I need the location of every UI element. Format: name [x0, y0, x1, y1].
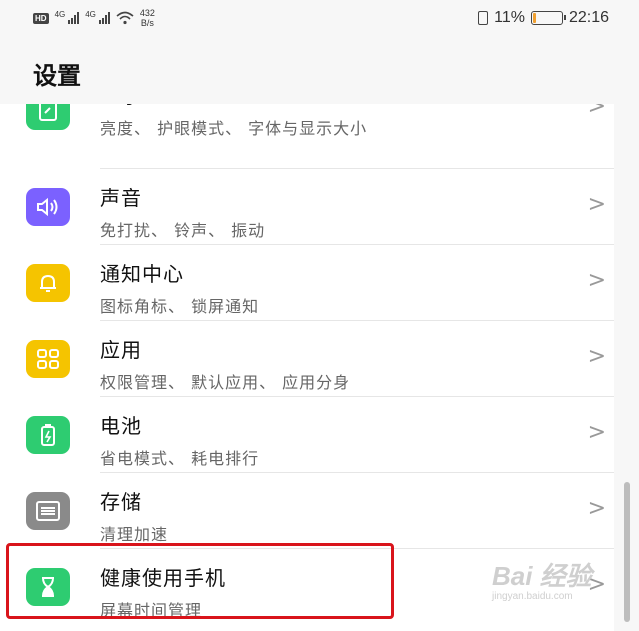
apps-icon [26, 340, 70, 378]
chevron-right-icon: > [587, 192, 606, 217]
settings-item-sound[interactable]: 声音 免打扰、 铃声、 振动 > [0, 168, 614, 244]
hd-badge: HD [33, 12, 49, 24]
settings-item-text: 显示 亮度、 护眼模式、 字体与显示大小 [100, 104, 367, 139]
signal-strength-icon [98, 12, 110, 24]
settings-item-subtitle: 权限管理、 默认应用、 应用分身 [100, 373, 351, 392]
status-left: HD 4G 4G 432 B/s [33, 8, 155, 28]
page-title: 设置 [33, 62, 81, 90]
chevron-right-icon: > [587, 268, 606, 293]
settings-item-text: 声音 免打扰、 铃声、 振动 [100, 182, 265, 241]
settings-item-title: 应用 [100, 338, 142, 362]
storage-icon [26, 492, 70, 530]
bell-icon [26, 264, 70, 302]
battery-fill [532, 13, 537, 23]
wifi-icon [116, 11, 134, 25]
chevron-right-icon: > [587, 104, 606, 119]
settings-item-notifications[interactable]: 通知中心 图标角标、 锁屏通知 > [0, 244, 614, 320]
chevron-right-icon: > [587, 344, 606, 369]
settings-item-battery[interactable]: 电池 省电模式、 耗电排行 > [0, 396, 614, 472]
signal1-label: 4G [54, 9, 66, 19]
status-bar: HD 4G 4G 432 B/s 11% 22:16 [0, 0, 639, 36]
settings-item-title: 存储 [100, 490, 142, 514]
watermark-logo: Bai 经验 [492, 561, 592, 591]
settings-item-subtitle: 清理加速 [100, 525, 169, 544]
settings-item-title: 声音 [100, 186, 142, 210]
settings-item-title: 显示 [100, 104, 367, 109]
signal2-label: 4G [85, 9, 96, 19]
chevron-right-icon: > [587, 496, 606, 521]
network-speed: 432 B/s [140, 8, 155, 28]
settings-item-display[interactable]: 显示 亮度、 护眼模式、 字体与显示大小 > [0, 104, 614, 156]
battery-icon [530, 11, 566, 25]
settings-item-storage[interactable]: 存储 清理加速 > [0, 472, 614, 548]
highlight-box [6, 543, 394, 619]
settings-item-title: 电池 [100, 414, 142, 438]
settings-item-text: 电池 省电模式、 耗电排行 [100, 410, 259, 469]
watermark: Bai 经验 jingyan.baidu.com [492, 556, 592, 602]
settings-item-text: 存储 清理加速 [100, 486, 168, 545]
battery-icon [26, 416, 70, 454]
speed-unit: B/s [140, 18, 154, 28]
speed-value: 432 [139, 8, 155, 18]
status-right: 11% 22:16 [478, 9, 609, 27]
settings-item-subtitle: 亮度、 护眼模式、 字体与显示大小 [100, 119, 368, 138]
settings-item-text: 应用 权限管理、 默认应用、 应用分身 [100, 334, 350, 393]
chevron-right-icon: > [587, 420, 606, 445]
scrollbar[interactable] [624, 482, 630, 622]
vibrate-icon [478, 11, 489, 25]
settings-item-subtitle: 图标角标、 锁屏通知 [100, 297, 260, 316]
settings-item-title: 通知中心 [100, 262, 184, 286]
clock: 22:16 [568, 9, 609, 26]
sound-icon [26, 188, 70, 226]
display-icon [26, 104, 70, 130]
settings-item-subtitle: 免打扰、 铃声、 振动 [100, 221, 266, 240]
settings-item-text: 通知中心 图标角标、 锁屏通知 [100, 258, 259, 317]
battery-percent: 11% [494, 9, 525, 26]
signal-strength-icon [68, 12, 80, 24]
settings-item-subtitle: 省电模式、 耗电排行 [100, 449, 260, 468]
settings-item-apps[interactable]: 应用 权限管理、 默认应用、 应用分身 > [0, 320, 614, 396]
